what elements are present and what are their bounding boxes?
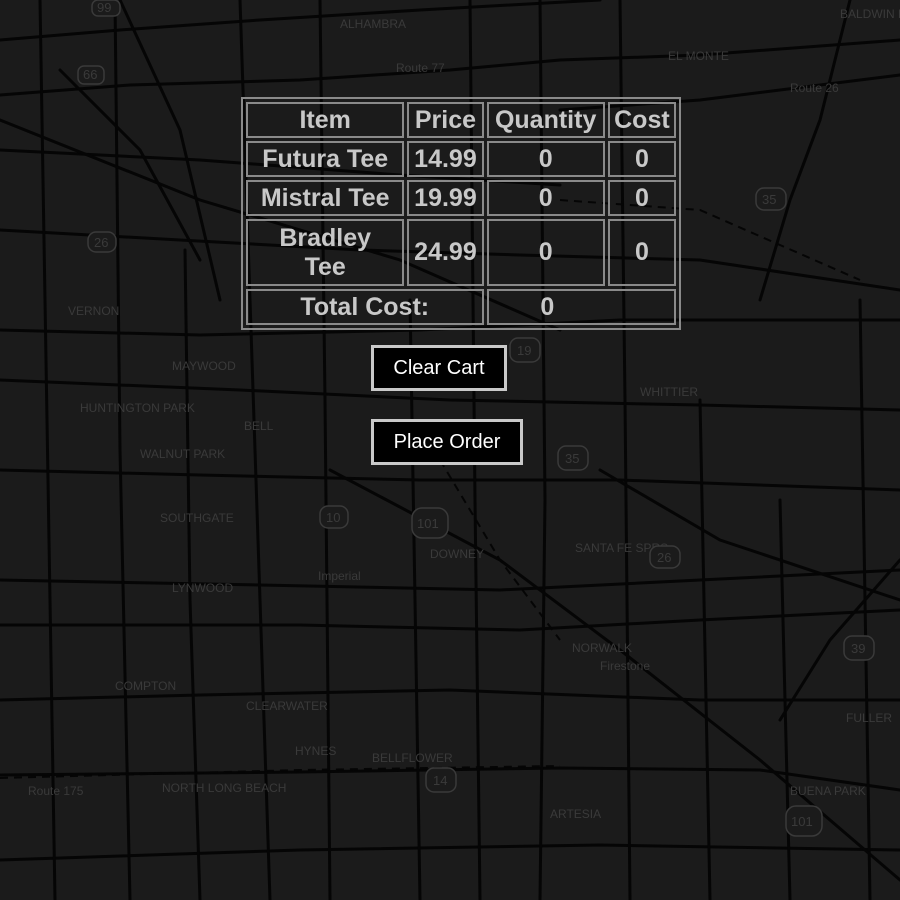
map-label-norwalk: NORWALK [572,641,632,655]
column-header-cost: Cost [607,102,676,138]
route-shield-26-south: 26 [649,545,681,569]
clear-cart-button[interactable]: Clear Cart [371,345,507,391]
item-quantity: 0 [486,180,605,216]
svg-text:26: 26 [657,550,671,565]
route-shield-101: 101 [411,507,449,539]
map-label-maywood: MAYWOOD [172,359,236,373]
item-name: Bradley Tee [246,219,405,286]
svg-text:10: 10 [326,510,340,525]
route-shield-99: 99 [91,0,121,17]
item-name: Futura Tee [246,141,405,177]
column-header-quantity: Quantity [486,102,605,138]
map-label-whittier: WHITTIER [640,385,698,399]
map-label-bellflower: BELLFLOWER [372,751,453,765]
map-label-walnut-park: WALNUT PARK [140,447,225,461]
map-label-bell: BELL [244,419,274,433]
svg-text:26: 26 [94,235,108,250]
svg-text:39: 39 [851,641,865,656]
map-label-huntington-park: HUNTINGTON PARK [80,401,195,415]
map-label-route-77: Route 77 [396,61,445,75]
svg-text:35: 35 [762,192,776,207]
map-label-el-monte: EL MONTE [668,49,729,63]
column-header-item: Item [246,102,405,138]
item-name: Mistral Tee [246,180,405,216]
route-shield-35: 35 [755,187,787,211]
map-label-lynwood: LYNWOOD [172,581,233,595]
item-cost: 0 [607,141,676,177]
svg-text:99: 99 [97,0,111,15]
table-row: Bradley Tee 24.99 0 0 [246,219,676,286]
svg-text:66: 66 [83,67,97,82]
map-label-baldwin-park: BALDWIN PARK [840,7,900,21]
map-label-southgate: SOUTHGATE [160,511,234,525]
total-cost-value: 0 [486,289,676,325]
item-quantity: 0 [486,141,605,177]
cart-table: Item Price Quantity Cost Futura Tee 14.9… [241,97,681,330]
map-label-vernon: VERNON [68,304,119,318]
item-price: 24.99 [407,219,484,286]
map-label-route-175: Route 175 [28,784,84,798]
svg-text:14: 14 [433,773,447,788]
map-label-fullerton: FULLER [846,711,892,725]
map-label-buena-park: BUENA PARK [790,784,866,798]
route-shield-35-south: 35 [557,445,589,471]
item-cost: 0 [607,180,676,216]
item-price: 19.99 [407,180,484,216]
column-header-price: Price [407,102,484,138]
item-cost: 0 [607,219,676,286]
svg-text:19: 19 [517,343,531,358]
route-shield-14: 14 [425,767,457,793]
map-label-artesia: ARTESIA [550,807,601,821]
map-label-hynes: HYNES [295,744,336,758]
map-label-downey: DOWNEY [430,547,484,561]
total-row: Total Cost: 0 [246,289,676,325]
cart-header-row: Item Price Quantity Cost [246,102,676,138]
map-label-north-long-beach: NORTH LONG BEACH [162,781,286,795]
item-quantity: 0 [486,219,605,286]
route-shield-26: 26 [87,231,117,253]
place-order-button[interactable]: Place Order [371,419,523,465]
map-label-compton: COMPTON [115,679,176,693]
route-shield-10: 10 [319,505,349,529]
route-shield-19: 19 [509,337,541,363]
route-shield-39: 39 [843,635,875,661]
table-row: Futura Tee 14.99 0 0 [246,141,676,177]
svg-text:101: 101 [791,814,813,829]
svg-text:35: 35 [565,451,579,466]
route-shield-66: 66 [77,65,105,85]
total-cost-label: Total Cost: [246,289,484,325]
route-shield-101-south: 101 [785,805,823,837]
map-label-clearwater: CLEARWATER [246,699,328,713]
map-label-route-26: Route 26 [790,81,839,95]
map-label-firestone: Firestone [600,659,650,673]
svg-text:101: 101 [417,516,439,531]
table-row: Mistral Tee 19.99 0 0 [246,180,676,216]
map-label-alhambra: ALHAMBRA [340,17,406,31]
map-label-imperial: Imperial [318,569,361,583]
item-price: 14.99 [407,141,484,177]
